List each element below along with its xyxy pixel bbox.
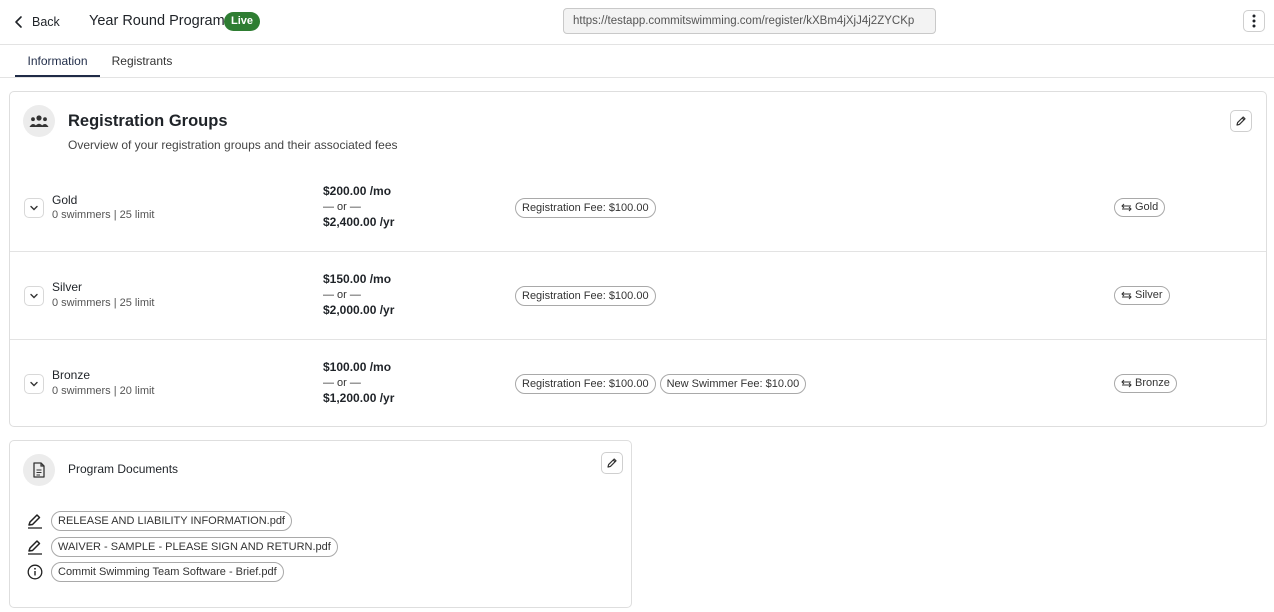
price-separator: — or — bbox=[323, 201, 361, 213]
document-item: WAIVER - SAMPLE - PLEASE SIGN AND RETURN… bbox=[26, 537, 338, 557]
chevron-down-icon bbox=[30, 205, 38, 211]
swap-arrows-icon bbox=[1121, 379, 1132, 388]
tab-bar: Information Registrants bbox=[0, 45, 1274, 78]
monthly-price: $100.00 /mo bbox=[323, 360, 392, 374]
group-row-gold: Gold 0 swimmers | 25 limit $200.00 /mo —… bbox=[10, 163, 1266, 251]
fee-chip: Registration Fee: $100.00 bbox=[515, 286, 656, 306]
group-meta: 0 swimmers | 25 limit bbox=[52, 209, 155, 221]
signature-icon bbox=[26, 512, 44, 530]
group-users-icon bbox=[23, 105, 55, 137]
edit-documents-button[interactable] bbox=[601, 452, 623, 474]
monthly-price: $150.00 /mo bbox=[323, 272, 392, 286]
signature-icon bbox=[26, 538, 44, 556]
fee-chips: Registration Fee: $100.00 bbox=[515, 198, 656, 218]
expand-gold-button[interactable] bbox=[24, 198, 44, 218]
fee-chips: Registration Fee: $100.00 New Swimmer Fe… bbox=[515, 374, 807, 394]
info-icon bbox=[26, 563, 44, 581]
price-separator: — or — bbox=[323, 289, 361, 301]
kebab-menu-icon bbox=[1252, 14, 1256, 28]
more-options-button[interactable] bbox=[1243, 10, 1265, 32]
registration-groups-title: Registration Groups bbox=[68, 112, 228, 130]
monthly-price: $200.00 /mo bbox=[323, 184, 392, 198]
group-meta: 0 swimmers | 25 limit bbox=[52, 297, 155, 309]
page-title: Year Round Program bbox=[89, 13, 225, 29]
tag-label: Silver bbox=[1135, 289, 1163, 301]
fee-chip: Registration Fee: $100.00 bbox=[515, 374, 656, 394]
group-row-silver: Silver 0 swimmers | 25 limit $150.00 /mo… bbox=[10, 251, 1266, 339]
top-bar: Back Year Round Program Live https://tes… bbox=[0, 0, 1274, 45]
fee-chip: New Swimmer Fee: $10.00 bbox=[659, 374, 807, 394]
swap-arrows-icon bbox=[1121, 203, 1132, 212]
tab-information[interactable]: Information bbox=[15, 45, 100, 77]
group-name: Bronze bbox=[52, 368, 91, 382]
document-link[interactable]: WAIVER - SAMPLE - PLEASE SIGN AND RETURN… bbox=[51, 537, 338, 557]
group-tag-gold[interactable]: Gold bbox=[1114, 198, 1166, 217]
group-name: Silver bbox=[52, 280, 83, 294]
tag-label: Bronze bbox=[1135, 377, 1170, 389]
document-item: Commit Swimming Team Software - Brief.pd… bbox=[26, 562, 284, 582]
group-tag-bronze[interactable]: Bronze bbox=[1114, 374, 1177, 393]
chevron-down-icon bbox=[30, 381, 38, 387]
pencil-icon bbox=[1236, 116, 1246, 126]
pencil-icon bbox=[607, 458, 617, 468]
registration-groups-subtitle: Overview of your registration groups and… bbox=[68, 138, 398, 152]
registration-groups-card: Registration Groups Overview of your reg… bbox=[9, 91, 1267, 427]
back-label: Back bbox=[32, 15, 60, 29]
tag-label: Gold bbox=[1135, 201, 1159, 213]
group-name: Gold bbox=[52, 193, 78, 207]
document-icon bbox=[23, 454, 55, 486]
status-badge: Live bbox=[224, 12, 261, 31]
chevron-left-icon bbox=[15, 16, 22, 28]
back-button[interactable]: Back bbox=[12, 12, 60, 32]
registration-url-field[interactable]: https://testapp.commitswimming.com/regis… bbox=[563, 8, 936, 34]
edit-groups-button[interactable] bbox=[1230, 110, 1252, 132]
chevron-down-icon bbox=[30, 293, 38, 299]
yearly-price: $2,000.00 /yr bbox=[323, 303, 395, 317]
program-documents-title: Program Documents bbox=[68, 462, 179, 476]
yearly-price: $2,400.00 /yr bbox=[323, 215, 395, 229]
expand-bronze-button[interactable] bbox=[24, 374, 44, 394]
price-separator: — or — bbox=[323, 377, 361, 389]
group-meta: 0 swimmers | 20 limit bbox=[52, 385, 155, 397]
program-documents-card: Program Documents RELEASE AND LIABILITY … bbox=[9, 440, 632, 608]
swap-arrows-icon bbox=[1121, 291, 1132, 300]
fee-chips: Registration Fee: $100.00 bbox=[515, 286, 656, 306]
tab-registrants[interactable]: Registrants bbox=[105, 45, 179, 77]
expand-silver-button[interactable] bbox=[24, 286, 44, 306]
document-item: RELEASE AND LIABILITY INFORMATION.pdf bbox=[26, 511, 292, 531]
group-tag-silver[interactable]: Silver bbox=[1114, 286, 1170, 305]
document-link[interactable]: RELEASE AND LIABILITY INFORMATION.pdf bbox=[51, 511, 292, 531]
fee-chip: Registration Fee: $100.00 bbox=[515, 198, 656, 218]
yearly-price: $1,200.00 /yr bbox=[323, 391, 395, 405]
group-row-bronze: Bronze 0 swimmers | 20 limit $100.00 /mo… bbox=[10, 339, 1266, 427]
document-link[interactable]: Commit Swimming Team Software - Brief.pd… bbox=[51, 562, 284, 582]
